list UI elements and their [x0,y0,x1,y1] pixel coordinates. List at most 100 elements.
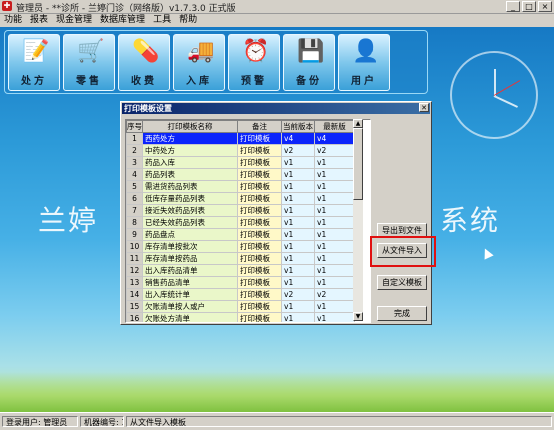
table-cell-name: 库存清单按药品 [142,252,238,265]
menu-cash[interactable]: 现金管理 [52,14,96,26]
scroll-down-icon[interactable]: ▼ [353,312,363,321]
scroll-thumb[interactable] [353,128,363,200]
table-cell-cur: v1 [281,192,315,205]
menu-report[interactable]: 报表 [26,14,52,26]
table-cell-latest: v1 [314,240,355,253]
toolbar-button-label: 收费 [131,76,157,87]
status-action: 从文件导入模板 [126,416,552,427]
table-cell-no: 13 [126,276,143,289]
toolbar-button-truck[interactable]: 🚚 入库 [173,34,225,91]
table-row[interactable]: 6 低库存量药品列表 打印模板 v1 v1 [126,192,355,205]
table-cell-cur: v1 [281,252,315,265]
truck-icon: 🚚 [187,39,215,64]
table-row[interactable]: 4 药品列表 打印模板 v1 v1 [126,168,355,181]
toolbar-button-user[interactable]: 👤 用户 [338,34,390,91]
menu-tools[interactable]: 工具 [149,14,175,26]
table-cell-note: 打印模板 [237,216,282,229]
table-cell-note: 打印模板 [237,276,282,289]
table-cell-cur: v1 [281,312,315,322]
template-grid: 序号 打印模板名称 备注 当前版本 最新版 1 西药处方 打印模板 v4 v4 2 中药处方… [125,119,371,323]
grid-scrollbar[interactable]: ▲ ▼ [353,119,363,321]
toolbar-button-alarm-clock[interactable]: ⏰ 预警 [228,34,280,91]
table-cell-no: 7 [126,204,143,217]
table-row[interactable]: 5 需进货药品列表 打印模板 v1 v1 [126,180,355,193]
table-cell-name: 药品盘点 [142,228,238,241]
table-cell-no: 4 [126,168,143,181]
custom-template-button[interactable]: 自定义模板 [377,275,427,290]
toolbar-button-label: 入库 [186,76,212,87]
table-row[interactable]: 16 欠账处方清单 打印模板 v1 v1 [126,312,355,322]
column-header-current-version[interactable]: 当前版本 [281,120,315,133]
table-row[interactable]: 2 中药处方 打印模板 v2 v2 [126,144,355,157]
status-bar: 登录用户: 管理员 机器编号: 1 从文件导入模板 [0,412,554,430]
column-header-note[interactable]: 备注 [237,120,282,133]
toolbar-button-label: 预警 [241,76,267,87]
toolbar-button-label: 备份 [296,76,322,87]
table-row[interactable]: 7 接近失效药品列表 打印模板 v1 v1 [126,204,355,217]
table-cell-note: 打印模板 [237,300,282,313]
table-cell-cur: v1 [281,228,315,241]
maximize-button[interactable]: □ [522,1,536,12]
table-row[interactable]: 10 库存清单按批次 打印模板 v1 v1 [126,240,355,253]
table-row[interactable]: 9 药品盘点 打印模板 v1 v1 [126,228,355,241]
table-row[interactable]: 11 库存清单按药品 打印模板 v1 v1 [126,252,355,265]
table-cell-latest: v1 [314,168,355,181]
close-button[interactable]: × [538,1,552,12]
toolbar-button-charge[interactable]: 💊 收费 [118,34,170,91]
table-cell-cur: v1 [281,264,315,277]
status-login-user: 登录用户: 管理员 [2,416,78,427]
column-header-latest-version[interactable]: 最新版 [314,120,355,133]
table-cell-cur: v2 [281,288,315,301]
table-cell-latest: v1 [314,228,355,241]
table-row[interactable]: 12 出入库药品清单 打印模板 v1 v1 [126,264,355,277]
table-cell-latest: v1 [314,156,355,169]
table-cell-latest: v1 [314,204,355,217]
toolbar-button-floppy-disk[interactable]: 💾 备份 [283,34,335,91]
highlight-box [370,236,436,267]
table-cell-latest: v1 [314,264,355,277]
column-header-name[interactable]: 打印模板名称 [142,120,238,133]
table-cell-note: 打印模板 [237,312,282,322]
done-button[interactable]: 完成 [377,306,427,321]
table-cell-note: 打印模板 [237,264,282,277]
table-cell-name: 中药处方 [142,144,238,157]
table-cell-note: 打印模板 [237,192,282,205]
clock-decoration-icon [450,51,538,139]
table-cell-cur: v1 [281,276,315,289]
table-cell-cur: v2 [281,144,315,157]
grass-decoration [0,372,554,412]
table-row[interactable]: 3 药品入库 打印模板 v1 v1 [126,156,355,169]
minimize-button[interactable]: _ [506,1,520,12]
table-cell-no: 6 [126,192,143,205]
table-cell-name: 库存清单按批次 [142,240,238,253]
table-cell-name: 药品入库 [142,156,238,169]
table-cell-note: 打印模板 [237,180,282,193]
table-cell-latest: v4 [314,132,355,145]
toolbar-button-retail-cart[interactable]: 🛒 零售 [63,34,115,91]
menu-database[interactable]: 数据库管理 [96,14,149,26]
table-cell-no: 1 [126,132,143,145]
table-row[interactable]: 8 已经失效药品列表 打印模板 v1 v1 [126,216,355,229]
table-row[interactable]: 1 西药处方 打印模板 v4 v4 [126,132,355,145]
background-title-right: 系统 [440,204,501,237]
app-logo-icon: ✚ [2,1,12,11]
table-cell-name: 销售药品清单 [142,276,238,289]
window-titlebar: ✚ 管理员 - **诊所 - 兰婷门诊（网络版）v1.7.3.0 正式版 _ □… [0,0,554,14]
dialog-close-icon[interactable]: ✕ [419,103,429,112]
table-row[interactable]: 13 销售药品清单 打印模板 v1 v1 [126,276,355,289]
scroll-up-icon[interactable]: ▲ [353,119,363,128]
menu-help[interactable]: 帮助 [175,14,201,26]
table-row[interactable]: 15 欠账清单按人或户 打印模板 v1 v1 [126,300,355,313]
table-cell-note: 打印模板 [237,252,282,265]
table-row[interactable]: 14 出入库统计单 打印模板 v2 v2 [126,288,355,301]
status-machine-no: 机器编号: 1 [80,416,124,427]
table-cell-cur: v1 [281,168,315,181]
column-header-no[interactable]: 序号 [126,120,143,133]
toolbar-button-prescription[interactable]: 📝 处方 [8,34,60,91]
menu-function[interactable]: 功能 [0,14,26,26]
table-cell-note: 打印模板 [237,144,282,157]
floppy-disk-icon: 💾 [297,39,325,64]
table-cell-cur: v1 [281,216,315,229]
prescription-icon: 📝 [22,39,50,64]
table-cell-no: 10 [126,240,143,253]
